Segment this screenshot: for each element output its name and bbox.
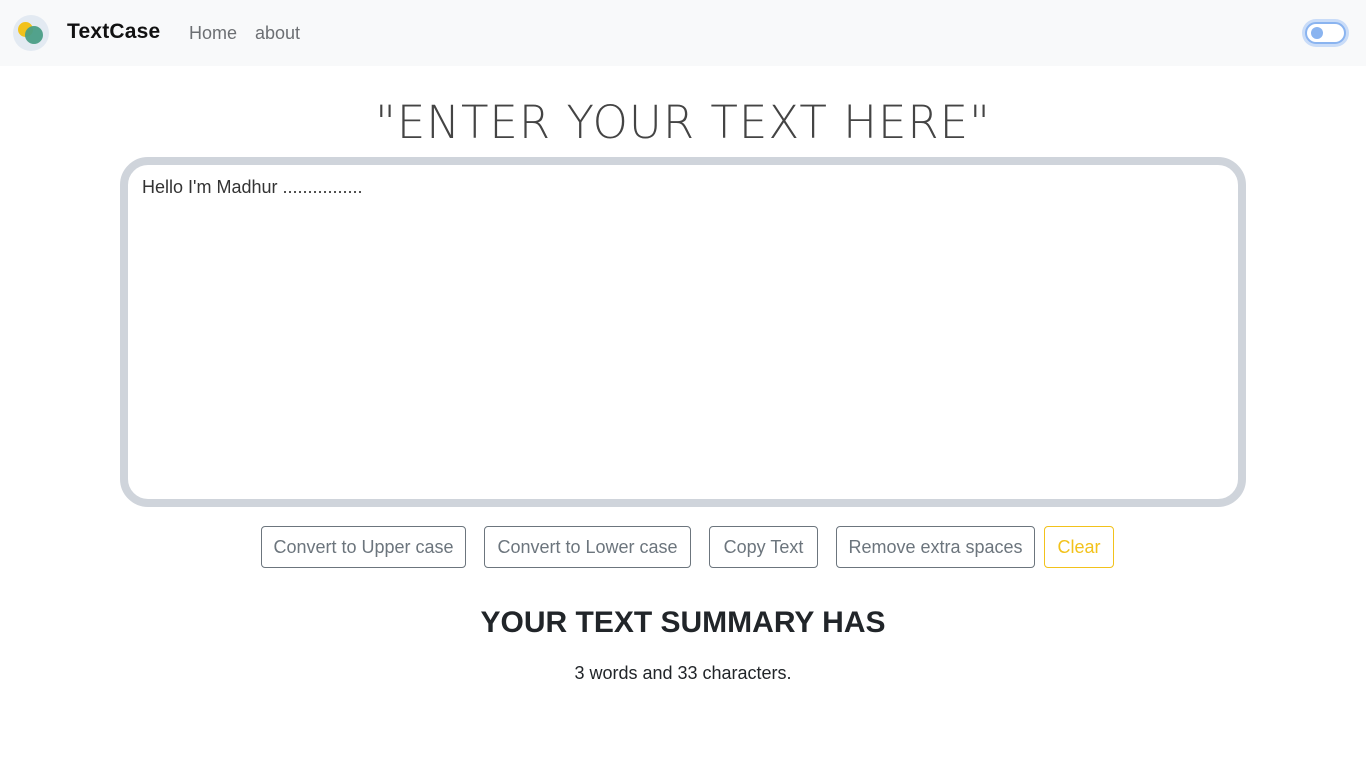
clear-button[interactable]: Clear	[1044, 526, 1114, 568]
convert-lower-button[interactable]: Convert to Lower case	[484, 526, 691, 568]
summary-text: 3 words and 33 characters.	[574, 663, 792, 683]
nav-link-home[interactable]: Home	[189, 23, 237, 44]
convert-upper-button[interactable]: Convert to Upper case	[261, 526, 466, 568]
copy-text-button[interactable]: Copy Text	[709, 526, 818, 568]
text-input[interactable]: Hello I'm Madhur ................	[142, 177, 1224, 487]
page-heading: "ENTER YOUR TEXT HERE"	[375, 96, 991, 149]
toggle-knob	[1311, 27, 1323, 39]
logo-icon[interactable]	[13, 15, 49, 51]
remove-spaces-button[interactable]: Remove extra spaces	[836, 526, 1035, 568]
logo-green-circle	[25, 26, 43, 44]
dark-mode-toggle[interactable]	[1305, 22, 1346, 44]
brand-name[interactable]: TextCase	[67, 20, 160, 44]
navbar: TextCase Home about	[0, 0, 1366, 66]
text-input-container: Hello I'm Madhur ................	[120, 157, 1246, 507]
nav-link-about[interactable]: about	[255, 23, 300, 44]
summary-title: YOUR TEXT SUMMARY HAS	[480, 606, 886, 639]
